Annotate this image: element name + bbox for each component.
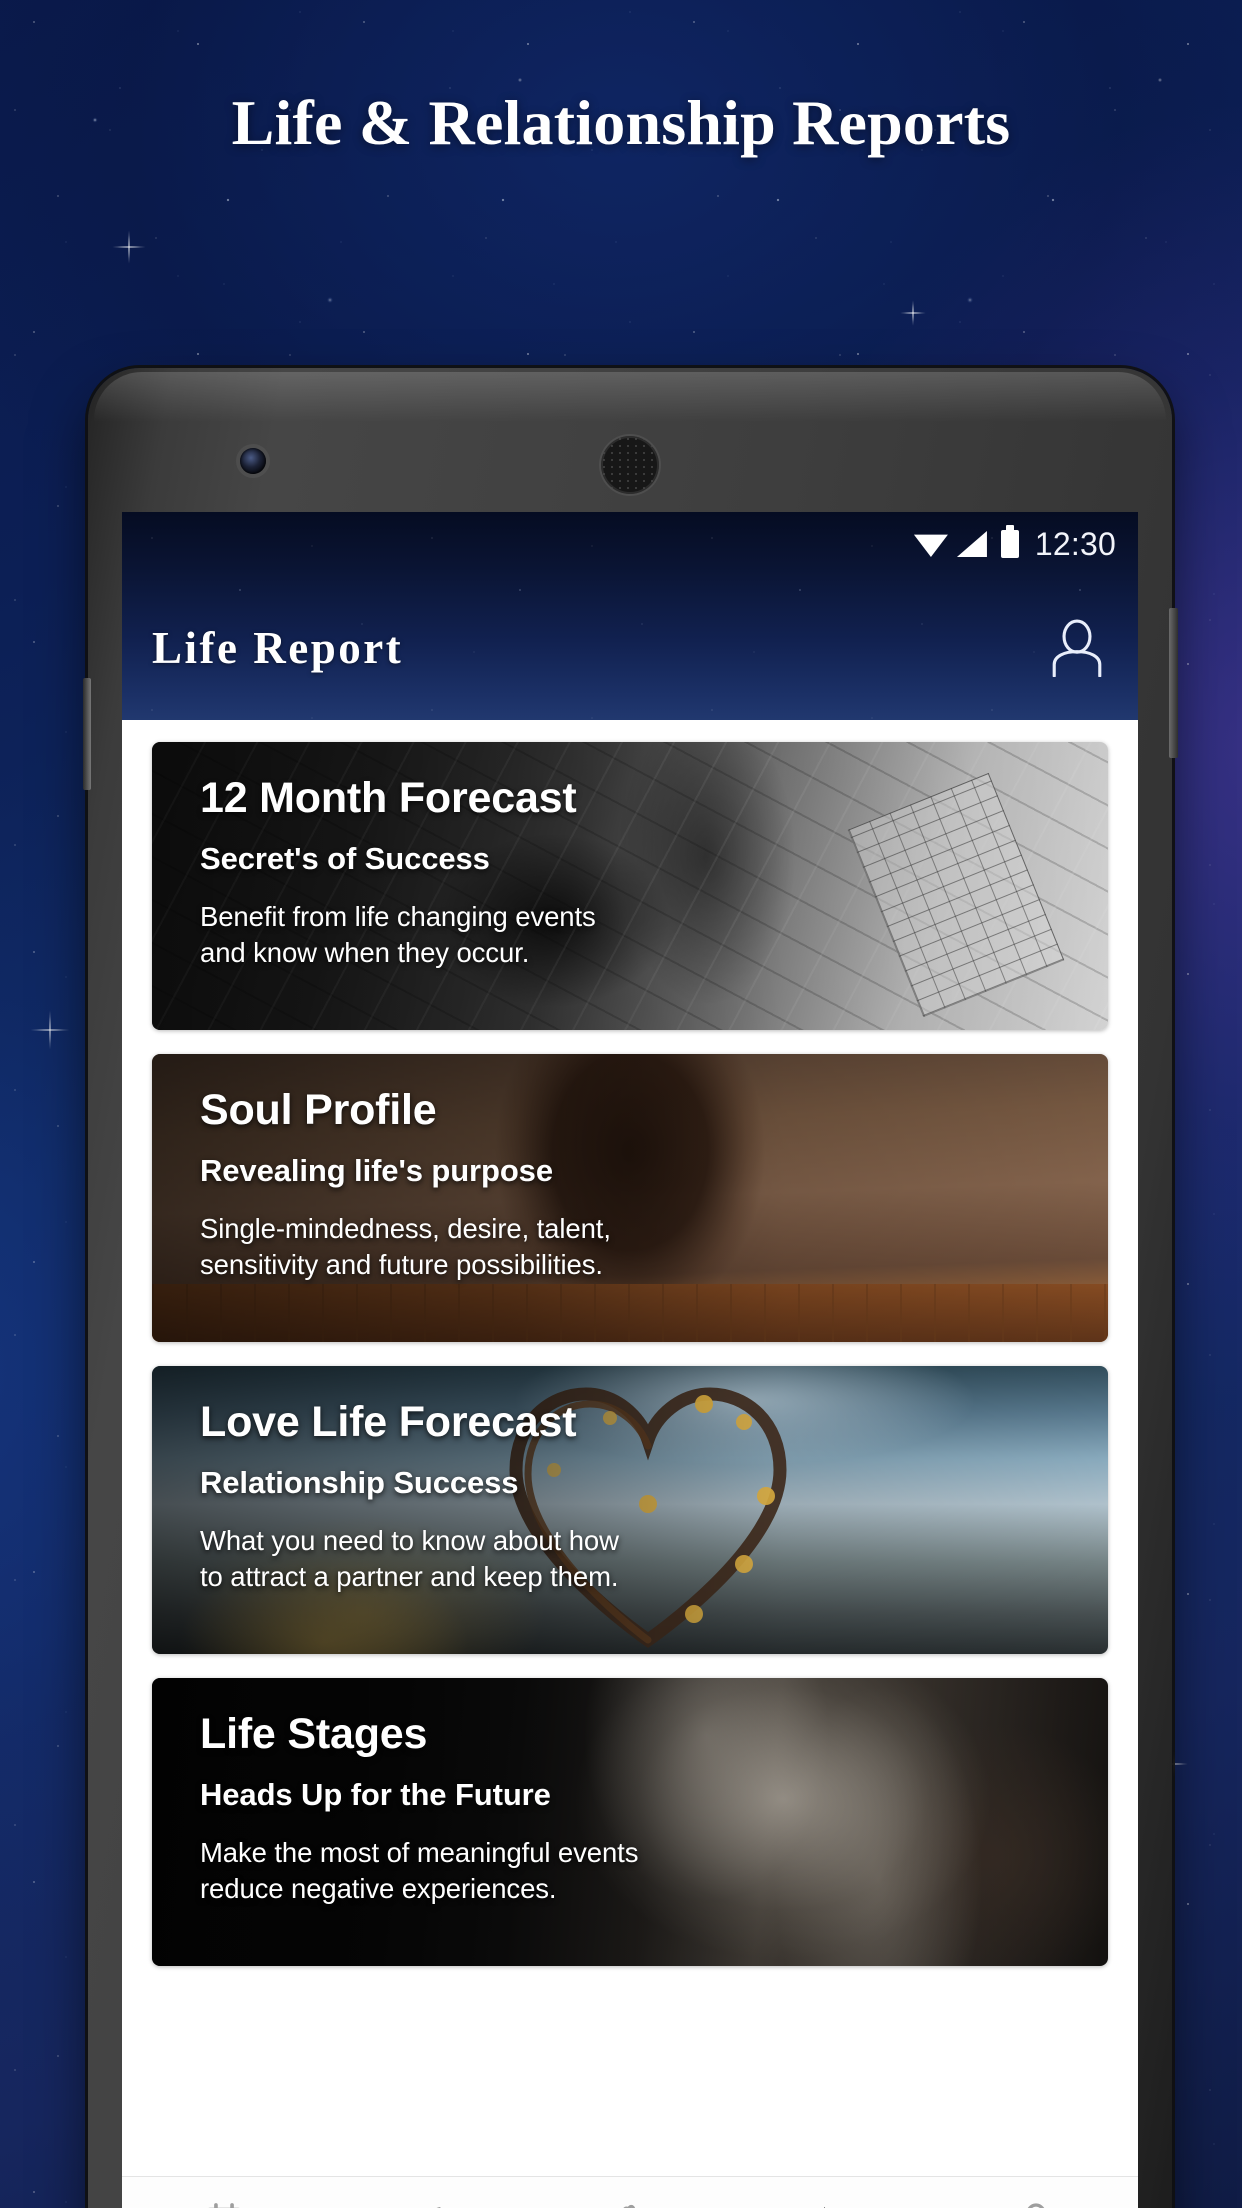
card-subtitle: Revealing life's purpose [200, 1153, 553, 1189]
card-title: Love Life Forecast [200, 1398, 577, 1446]
status-bar-time: 12:30 [1034, 525, 1116, 562]
content-bottom-spacer [122, 1966, 1138, 2112]
wifi-icon [913, 534, 948, 557]
sparkle-star [30, 1010, 70, 1050]
palm-hand-icon [623, 2204, 636, 2208]
person-icon [1027, 2202, 1045, 2208]
card-title: Life Stages [200, 1710, 428, 1758]
report-card-life-stages[interactable]: Life Stages Heads Up for the Future Make… [152, 1678, 1108, 1966]
card-subtitle: Secret's of Success [200, 841, 490, 877]
report-card-love-life-forecast[interactable]: Love Life Forecast Relationship Success … [152, 1366, 1108, 1654]
card-description: Benefit from life changing events and kn… [200, 901, 596, 969]
report-card-soul-profile[interactable]: Soul Profile Revealing life's purpose Si… [152, 1054, 1108, 1342]
card-subtitle: Heads Up for the Future [200, 1777, 551, 1813]
nav-item-tarot[interactable] [325, 2177, 528, 2208]
card-text-block: Love Life Forecast Relationship Success … [200, 1398, 1078, 1596]
card-text-block: 12 Month Forecast Secret's of Success Be… [200, 774, 1078, 972]
card-title: Soul Profile [200, 1086, 437, 1134]
battery-icon [1000, 530, 1019, 558]
calendar-star-icon [206, 2202, 241, 2208]
card-subtitle: Relationship Success [200, 1465, 519, 1501]
card-description: What you need to know about how to attra… [200, 1525, 619, 1593]
nav-item-horoscope[interactable] [122, 2177, 325, 2208]
card-text-block: Soul Profile Revealing life's purpose Si… [200, 1086, 1078, 1284]
phone-power-button [1169, 608, 1178, 758]
cellular-signal-icon [956, 531, 987, 557]
card-text-block: Life Stages Heads Up for the Future Make… [200, 1710, 1078, 1908]
bottom-navigation-bar [122, 2176, 1138, 2208]
hero-headline: Life & Relationship Reports [231, 87, 1011, 158]
app-bar-row: Life Report [122, 576, 1138, 720]
phone-screen: 12:30 Life Report 12 Month Forecast Secr… [122, 512, 1138, 2208]
nav-item-profile[interactable] [935, 2177, 1138, 2208]
status-bar: 12:30 [122, 512, 1138, 576]
earpiece-speaker [601, 436, 659, 494]
nav-item-reports[interactable] [732, 2177, 935, 2208]
sparkle-star [112, 230, 146, 264]
front-camera [240, 448, 266, 474]
page-title: Life Report [152, 623, 404, 673]
card-title: 12 Month Forecast [200, 774, 577, 822]
card-description: Single-mindedness, desire, talent, sensi… [200, 1213, 611, 1281]
tarot-cards-icon [435, 2206, 441, 2208]
sparkle-star [900, 300, 926, 326]
app-bar: 12:30 Life Report [122, 512, 1138, 720]
phone-volume-button [83, 678, 91, 790]
nav-item-palmistry[interactable] [528, 2177, 731, 2208]
screenshot-root: Life & Relationship Reports 12:30 Life R… [0, 0, 1242, 2208]
person-icon [1052, 619, 1102, 677]
profile-button[interactable] [1050, 619, 1104, 677]
phone-mockup: 12:30 Life Report 12 Month Forecast Secr… [83, 368, 1178, 2208]
moon-sparkle-icon [824, 2206, 844, 2208]
card-description: Make the most of meaningful events reduc… [200, 1837, 639, 1905]
report-card-12-month-forecast[interactable]: 12 Month Forecast Secret's of Success Be… [152, 742, 1108, 1030]
report-card-list: 12 Month Forecast Secret's of Success Be… [122, 720, 1138, 1966]
